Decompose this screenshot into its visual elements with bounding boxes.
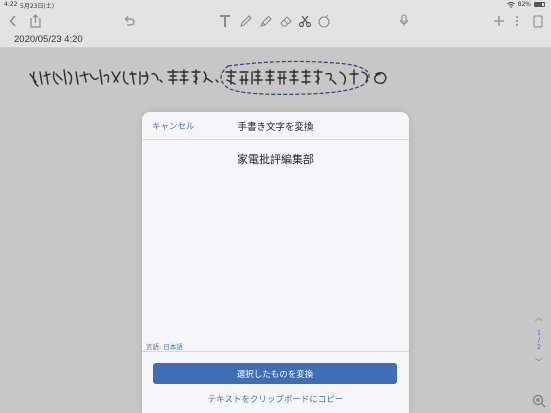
undo-icon[interactable]	[122, 10, 136, 32]
language-selector[interactable]: 言語: 日本語	[146, 341, 183, 351]
convert-handwriting-modal: キャンセル 手書き文字を変換 家電批評編集部 言語: 日本語 選択したものを変換…	[142, 112, 409, 413]
more-icon[interactable]	[512, 10, 522, 32]
microphone-icon[interactable]	[397, 10, 411, 32]
convert-selection-button[interactable]: 選択したものを変換	[153, 363, 397, 384]
handwritten-text[interactable]	[28, 58, 398, 100]
page-navigator[interactable]: ︿ 1 / 2 ﹀	[531, 312, 547, 368]
wifi-icon	[506, 1, 515, 8]
status-date: 5月23日(土)	[20, 3, 55, 10]
eraser-icon[interactable]	[278, 10, 294, 32]
document-date: 2020/05/23 4:20	[14, 34, 83, 45]
total-pages: 2	[536, 343, 542, 351]
battery-percent: 82%	[517, 1, 531, 8]
language-value[interactable]: 日本語	[163, 343, 183, 351]
page-down-icon[interactable]: ﹀	[531, 357, 547, 368]
modal-header: キャンセル 手書き文字を変換	[142, 112, 409, 140]
modal-title: 手書き文字を変換	[237, 122, 314, 133]
toolbar	[0, 10, 551, 32]
lasso-scissors-icon[interactable]	[297, 10, 313, 32]
status-right: 82%	[506, 1, 545, 8]
status-time: 4:22	[4, 1, 18, 8]
text-tool-icon[interactable]	[217, 10, 233, 32]
status-bar: 4:22 5月23日(土) 82%	[0, 0, 551, 10]
modal-divider	[142, 351, 409, 352]
language-label: 言語:	[146, 343, 162, 351]
back-chevron-icon[interactable]	[6, 10, 20, 32]
highlighter-icon[interactable]	[258, 10, 274, 32]
share-icon[interactable]	[28, 10, 42, 32]
pen-icon[interactable]	[238, 10, 254, 32]
color-picker-icon[interactable]	[316, 10, 332, 32]
copy-to-clipboard-button[interactable]: テキストをクリップボードにコピー	[142, 393, 409, 405]
battery-icon	[534, 2, 545, 7]
document-divider	[0, 47, 551, 48]
page-view-icon[interactable]	[531, 10, 545, 32]
page-up-icon[interactable]: ︿	[531, 312, 547, 323]
add-icon[interactable]	[492, 10, 506, 32]
lasso-selection	[220, 60, 370, 95]
converted-text[interactable]: 家電批評編集部	[142, 151, 409, 167]
zoom-icon[interactable]	[531, 393, 547, 409]
